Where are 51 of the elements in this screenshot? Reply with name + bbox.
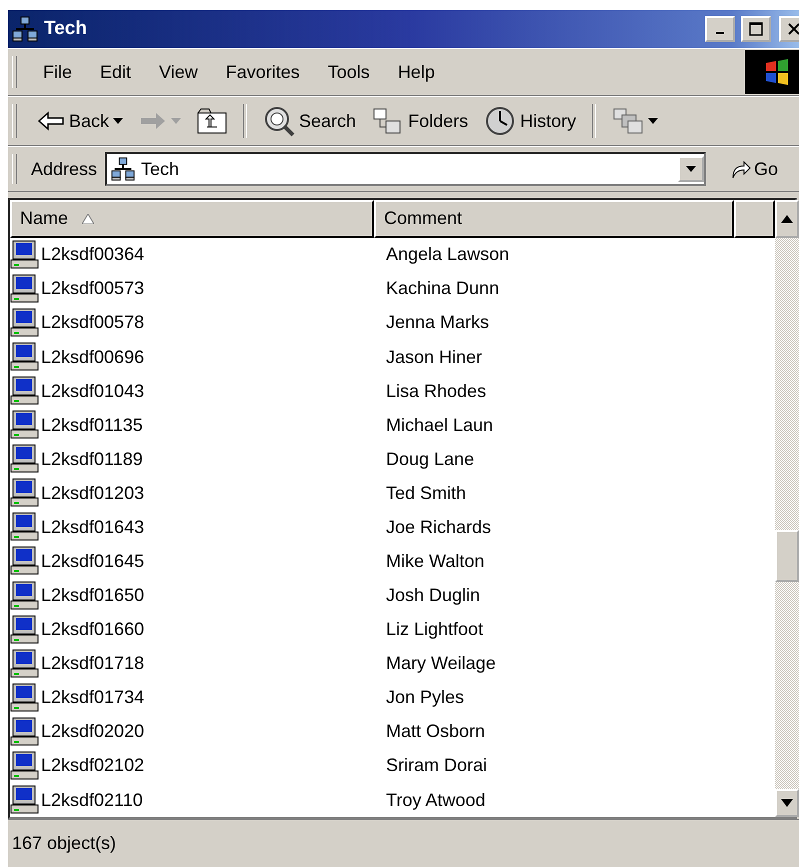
computer-name[interactable]: L2ksdf00573 bbox=[10, 274, 380, 304]
computer-name[interactable]: L2ksdf01043 bbox=[10, 376, 380, 406]
search-button[interactable]: Search bbox=[257, 101, 362, 141]
computer-name[interactable]: L2ksdf00364 bbox=[10, 240, 380, 270]
computer-name[interactable]: L2ksdf01660 bbox=[10, 614, 380, 645]
menu-item[interactable]: Help bbox=[386, 58, 447, 86]
computer-name[interactable]: L2ksdf01135 bbox=[10, 410, 380, 440]
computer-name[interactable]: L2ksdf01718 bbox=[10, 648, 380, 679]
table-cell-text: Mike Walton bbox=[385, 550, 484, 572]
table-cell-text: Doug Lane bbox=[385, 448, 474, 470]
table-cell-text: Mary Weilage bbox=[385, 653, 496, 674]
table-cell-text: Joe Richards bbox=[385, 516, 492, 538]
computer-name[interactable]: L2ksdf02102 bbox=[10, 750, 380, 781]
table-cell-text: Lisa Rhodes bbox=[385, 380, 486, 402]
menu-item[interactable]: View bbox=[147, 58, 210, 86]
computer-name[interactable]: L2ksdf02110 bbox=[10, 785, 380, 816]
table-cell-text: Angela Lawson bbox=[385, 244, 510, 266]
table-cell-text: Matt Osborn bbox=[385, 721, 486, 742]
table-cell-text: Troy Atwood bbox=[385, 790, 486, 811]
table-cell-text: Michael Laun bbox=[385, 414, 494, 436]
table-cell-text: Ted Smith bbox=[385, 482, 466, 504]
computer-name[interactable]: L2ksdf01203 bbox=[10, 478, 380, 508]
computer-name[interactable]: L2ksdf01643 bbox=[10, 512, 380, 542]
table-cell-text: Jason Hiner bbox=[385, 346, 482, 368]
menu-item[interactable]: Favorites bbox=[214, 58, 312, 86]
computer-name[interactable]: L2ksdf00696 bbox=[10, 342, 380, 372]
computer-name[interactable]: L2ksdf01645 bbox=[10, 546, 380, 576]
column-header[interactable]: Comment bbox=[374, 200, 734, 238]
computer-name[interactable]: L2ksdf01650 bbox=[10, 580, 380, 611]
go-button[interactable]: Go bbox=[724, 157, 784, 181]
computer-name[interactable]: L2ksdf01189 bbox=[10, 444, 380, 474]
menu-item[interactable]: Tools bbox=[316, 58, 382, 86]
menu-item[interactable]: Edit bbox=[88, 58, 144, 86]
column-header[interactable]: Name bbox=[10, 200, 374, 238]
computer-name[interactable]: L2ksdf02020 bbox=[10, 716, 380, 747]
back-button[interactable]: Back bbox=[31, 106, 130, 136]
history-button[interactable]: History bbox=[478, 101, 582, 141]
address-field[interactable]: Tech bbox=[105, 152, 706, 186]
folders-button[interactable]: Folders bbox=[366, 103, 474, 139]
table-cell-text: Jenna Marks bbox=[385, 312, 490, 334]
table-cell-text: Sriram Dorai bbox=[385, 755, 488, 776]
table-cell-text: Josh Duglin bbox=[385, 585, 480, 606]
table-cell-text: Jon Pyles bbox=[385, 687, 464, 708]
computer-name[interactable]: L2ksdf00578 bbox=[10, 308, 380, 338]
status-text: 167 object(s) bbox=[12, 833, 116, 854]
window-title: Tech bbox=[44, 18, 88, 40]
menu-item[interactable]: File bbox=[31, 58, 84, 86]
table-cell-text: Kachina Dunn bbox=[385, 278, 500, 300]
address-label: Address bbox=[31, 158, 98, 180]
table-cell-text: Liz Lightfoot bbox=[385, 619, 484, 640]
computer-name[interactable]: L2ksdf01734 bbox=[10, 682, 380, 713]
